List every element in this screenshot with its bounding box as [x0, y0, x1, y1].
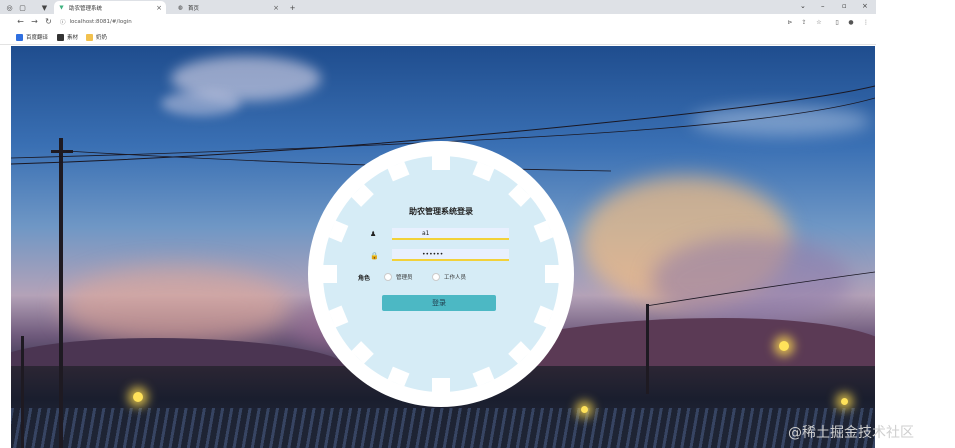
bookmark-label: 素材 [67, 35, 79, 41]
browser-toolbar: ← → ↻ ⓘ localhost:8081/#/login ⊳ ⇪ ☆ ▯ ●… [0, 14, 876, 30]
close-window-icon[interactable]: × [862, 2, 868, 10]
radio-label: 工作人员 [444, 275, 467, 281]
bookmark-assets[interactable]: 素材 [57, 33, 78, 41]
tab-title: 首页 [188, 5, 200, 12]
chevron-down-icon[interactable]: ⌄ [800, 2, 806, 10]
login-page: 助农管理系统登录 ♟ 🔒 角色 管理员 工作人员 登录 [11, 46, 875, 448]
forward-icon[interactable]: → [30, 17, 39, 26]
radio-label: 管理员 [396, 275, 413, 281]
globe-icon: ◍ [178, 4, 183, 11]
tab-strip: ◎ ▢ ▼ ▼ 助农管理系统 × ◍ 首页 × + ⌄ – ▫ × [0, 0, 876, 14]
back-icon[interactable]: ← [16, 17, 25, 26]
firefly-light [581, 406, 588, 413]
radio-circle[interactable] [432, 273, 440, 281]
login-card: 助农管理系统登录 ♟ 🔒 角色 管理员 工作人员 登录 [308, 141, 574, 407]
translate-icon [16, 33, 23, 41]
pinned-tab-vue-icon[interactable]: ▼ [40, 3, 49, 12]
restore-icon[interactable]: ▫ [842, 2, 847, 10]
role-radio-staff[interactable]: 工作人员 [432, 273, 466, 281]
watermark: @稀土掘金技术社区 [788, 425, 914, 441]
url-text: localhost:8081/#/login [69, 19, 132, 25]
user-icon: ♟ [370, 230, 377, 238]
menu-icon[interactable]: ⋮ [862, 18, 870, 26]
tab-search-icon[interactable]: ◎ [5, 3, 14, 12]
bookmark-translate[interactable]: 百度翻译 [16, 33, 48, 41]
cast-icon[interactable]: ⊳ [786, 18, 794, 26]
share-icon[interactable]: ⇪ [800, 18, 808, 26]
role-label: 角色 [358, 275, 371, 282]
close-icon[interactable]: × [156, 4, 162, 12]
close-icon[interactable]: × [273, 4, 279, 12]
tab-title: 助农管理系统 [69, 5, 103, 12]
star-icon[interactable]: ☆ [815, 18, 823, 26]
image-icon [57, 33, 64, 41]
minimize-icon[interactable]: – [821, 2, 825, 10]
new-tab-button[interactable]: + [288, 3, 297, 12]
firefly-light [779, 341, 789, 351]
login-title: 助农管理系统登录 [409, 207, 473, 216]
info-icon[interactable]: ⓘ [60, 18, 66, 26]
tab-login[interactable]: ▼ 助农管理系统 × [54, 1, 166, 14]
username-input[interactable] [392, 228, 509, 240]
bookmark-label: 奶奶 [96, 35, 108, 41]
radio-circle[interactable] [384, 273, 392, 281]
folder-icon [86, 33, 93, 41]
profile-icon[interactable]: ● [847, 18, 855, 26]
tab-home[interactable]: ◍ 首页 × [173, 1, 283, 14]
password-input[interactable] [392, 249, 509, 261]
reload-icon[interactable]: ↻ [44, 17, 53, 26]
bookmarks-bar: 百度翻译 素材 奶奶 [0, 30, 876, 45]
bookmark-label: 百度翻译 [26, 35, 49, 41]
login-button[interactable]: 登录 [382, 295, 496, 311]
bookmark-folder[interactable]: 奶奶 [86, 33, 107, 41]
pinned-tab-icon[interactable]: ▢ [18, 3, 27, 12]
role-radio-admin[interactable]: 管理员 [384, 273, 413, 281]
lock-icon: 🔒 [370, 252, 379, 260]
firefly-light [133, 392, 143, 402]
vue-logo-icon: ▼ [59, 4, 64, 11]
sidebar-icon[interactable]: ▯ [833, 18, 841, 26]
address-bar[interactable]: ⓘ localhost:8081/#/login [60, 16, 780, 28]
firefly-light [841, 398, 848, 405]
